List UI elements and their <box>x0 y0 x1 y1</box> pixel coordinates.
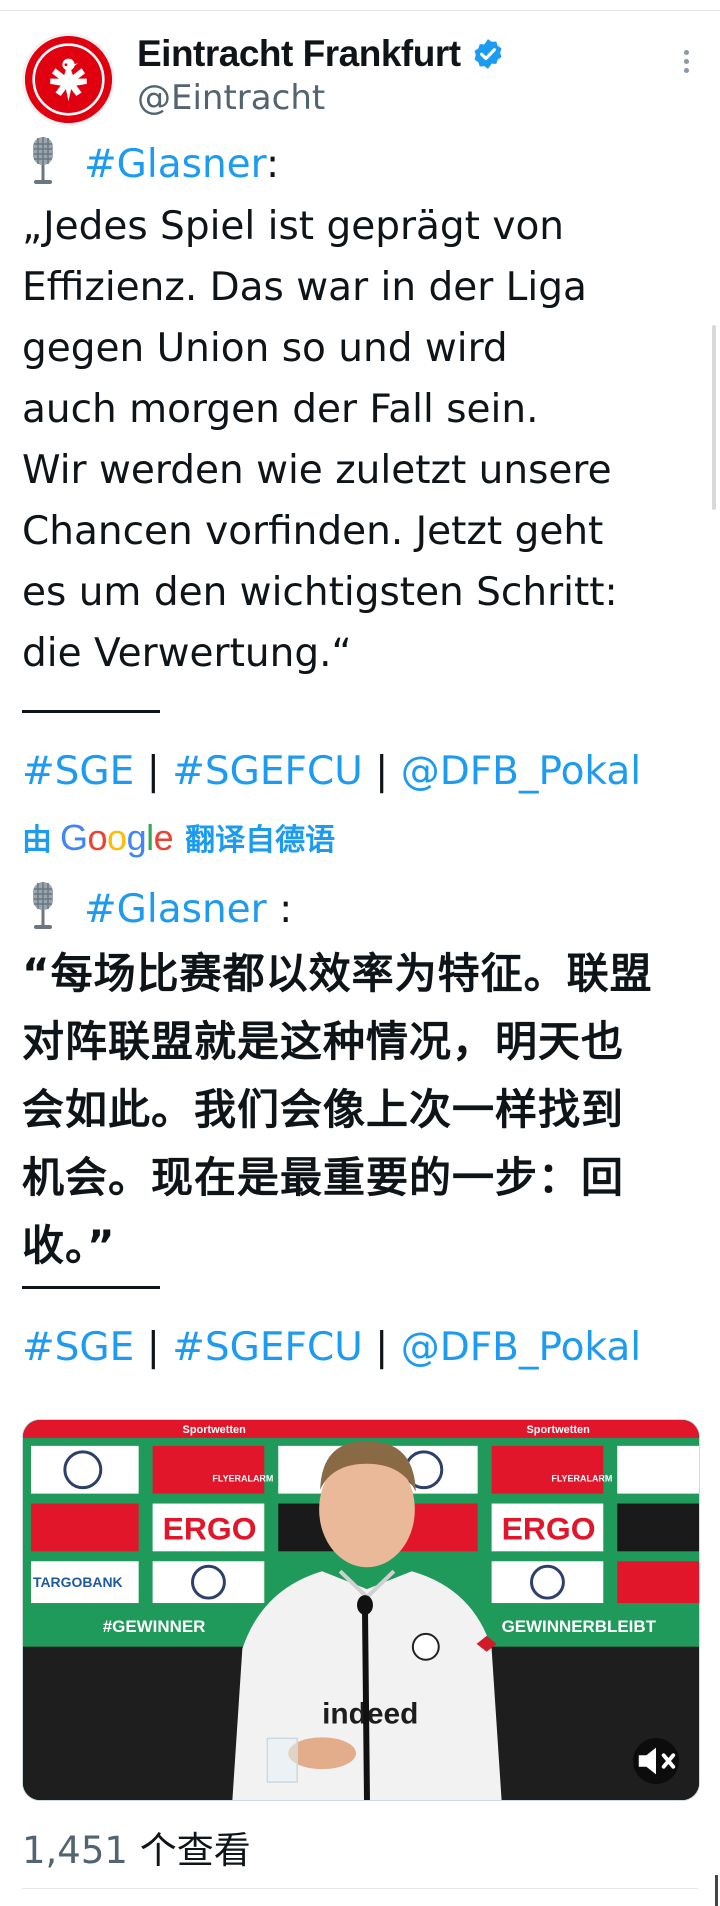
original-text-line: die Verwertung.“ <box>22 631 352 676</box>
mute-toggle-button[interactable] <box>633 1738 679 1784</box>
backdrop-slogan: GEWINNERBLEIBT <box>502 1617 657 1636</box>
hashtag-sge-link[interactable]: #SGE <box>22 1325 134 1370</box>
hashtag-colon: : <box>266 142 280 187</box>
translated-tags-line: #SGE | #SGEFCU | @DFB_Pokal <box>22 1318 641 1378</box>
translated-text-line: 对阵联盟就是这种情况，明天也 <box>22 1017 625 1066</box>
author-display-name[interactable]: Eintracht Frankfurt <box>137 33 461 75</box>
tag-separator: | <box>375 749 389 794</box>
backdrop-word: Sportwetten <box>527 1424 590 1436</box>
view-count-number: 1,451 <box>22 1829 128 1872</box>
more-options-icon[interactable] <box>682 50 690 76</box>
microphone-icon <box>33 882 53 929</box>
hashtag-sge-link[interactable]: #SGE <box>22 749 134 794</box>
hashtag-sgefcu-link[interactable]: #SGEFCU <box>172 1325 363 1370</box>
backdrop-word: TARGOBANK <box>33 1574 123 1590</box>
hashtag-colon: : <box>279 887 293 932</box>
hashtag-glasner-link[interactable]: #Glasner <box>84 887 267 932</box>
view-count-label: 个查看 <box>139 1829 251 1872</box>
original-text-line: Wir werden wie zuletzt unsere <box>22 448 612 493</box>
backdrop-slogan: #GEWINNER <box>103 1617 206 1636</box>
video-player[interactable]: Sportwetten Sportwetten FLYERALARM FLYER… <box>22 1419 700 1801</box>
original-tags-line: #SGE | #SGEFCU | @DFB_Pokal <box>22 742 641 802</box>
video-frame: Sportwetten Sportwetten FLYERALARM FLYER… <box>23 1420 699 1800</box>
tag-separator: | <box>146 749 160 794</box>
original-text-line: es um den wichtigsten Schritt: <box>22 570 618 615</box>
view-count[interactable]: 1,451 个查看 <box>22 1820 251 1874</box>
top-divider <box>0 10 720 11</box>
original-hashtag-line: #Glasner: <box>22 135 279 195</box>
author-avatar[interactable] <box>22 33 115 126</box>
verified-badge-icon <box>474 39 502 69</box>
mention-dfb-pokal-link[interactable]: @DFB_Pokal <box>401 1325 641 1370</box>
original-text-line: gegen Union so und wird <box>22 326 508 371</box>
original-text-line: Effizienz. Das war in der Liga <box>22 265 587 310</box>
backdrop-word: ERGO <box>502 1510 596 1546</box>
scrollbar-thumb[interactable] <box>712 325 716 510</box>
original-text-line: Chancen vorfinden. Jetzt geht <box>22 509 604 554</box>
scrollbar-edge <box>715 1875 718 1906</box>
google-logo: Google <box>60 817 174 858</box>
backdrop-word: FLYERALARM <box>212 1474 273 1484</box>
hashtag-sgefcu-link[interactable]: #SGEFCU <box>172 749 363 794</box>
translate-prefix: 由 <box>22 823 52 858</box>
backdrop-word: FLYERALARM <box>551 1474 612 1484</box>
mute-icon <box>638 1747 676 1775</box>
translation-banner[interactable]: 由 Google 翻译自德语 <box>22 815 335 859</box>
shirt-text: indeed <box>322 1697 418 1730</box>
hashtag-glasner-link[interactable]: #Glasner <box>84 142 266 187</box>
author-name-row[interactable]: Eintracht Frankfurt <box>137 30 505 78</box>
backdrop-word: Sportwetten <box>183 1424 246 1436</box>
text-divider <box>22 1286 160 1289</box>
translated-text-line: “每场比赛都以效率为特征。联盟 <box>22 949 653 998</box>
text-divider <box>22 710 160 713</box>
translated-text-line: 会如此。我们会像上次一样找到 <box>22 1085 625 1134</box>
translate-suffix: 翻译自德语 <box>185 823 336 858</box>
bottom-divider <box>22 1888 698 1889</box>
mention-dfb-pokal-link[interactable]: @DFB_Pokal <box>401 749 641 794</box>
tag-separator: | <box>146 1325 160 1370</box>
translated-text-line: 机会。现在是最重要的一步：回 <box>22 1153 625 1202</box>
eagle-crest-icon <box>25 36 112 123</box>
backdrop-word: ERGO <box>163 1510 257 1546</box>
microphone-icon <box>33 137 53 184</box>
original-text-line: „Jedes Spiel ist geprägt von <box>22 204 565 249</box>
original-text-line: auch morgen der Fall sein. <box>22 387 539 432</box>
author-handle[interactable]: @Eintracht <box>137 78 325 118</box>
translated-text-line: 收。” <box>22 1221 116 1270</box>
translated-hashtag-line: #Glasner : <box>22 880 292 940</box>
tag-separator: | <box>375 1325 389 1370</box>
